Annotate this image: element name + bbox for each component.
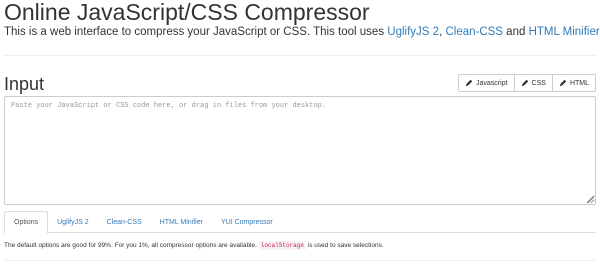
tab-uglifyjs[interactable]: UglifyJS 2 [48, 211, 98, 233]
css-mode-label: CSS [531, 79, 546, 87]
html-minifier-link[interactable]: HTML Minifier [529, 26, 600, 38]
intro-prefix: This is a web interface to compress your… [4, 26, 388, 38]
options-description: The default options are good for 99%. Fo… [4, 241, 384, 250]
compressor-tabs: Options UglifyJS 2 Clean-CSS HTML Minifi… [4, 211, 596, 234]
clean-css-link[interactable]: Clean-CSS [445, 26, 503, 38]
javascript-mode-label: Javascript [476, 79, 508, 87]
tab-options[interactable]: Options [4, 211, 49, 234]
page-title: Online JavaScript/CSS Compressor [4, 0, 370, 25]
uglifyjs-link[interactable]: UglifyJS 2 [387, 26, 439, 38]
tab-html-minifier[interactable]: HTML Minifier [151, 211, 212, 233]
intro-text: This is a web interface to compress your… [4, 25, 600, 39]
css-mode-button[interactable]: CSS [513, 74, 553, 92]
tab-clean-css[interactable]: Clean-CSS [98, 211, 151, 233]
bottom-divider [4, 260, 596, 261]
javascript-mode-button[interactable]: Javascript [458, 74, 515, 92]
header-divider [4, 55, 596, 56]
mode-button-group: Javascript CSS HTML [458, 74, 596, 92]
pencil-icon [521, 79, 528, 87]
pencil-icon [559, 79, 567, 87]
code-input-textarea[interactable] [4, 96, 596, 205]
localstorage-code: localStorage [258, 241, 306, 250]
input-section-title: Input [4, 74, 45, 94]
html-mode-button[interactable]: HTML [551, 74, 596, 92]
options-text-after: is used to save selections. [305, 242, 384, 249]
tab-yui-compressor[interactable]: YUI Compressor [212, 211, 282, 233]
html-mode-label: HTML [569, 79, 589, 87]
pencil-icon [465, 79, 473, 87]
options-text-before: The default options are good for 99%. Fo… [4, 242, 259, 249]
resize-grip-icon[interactable] [588, 197, 594, 203]
intro-and: and [502, 26, 529, 38]
